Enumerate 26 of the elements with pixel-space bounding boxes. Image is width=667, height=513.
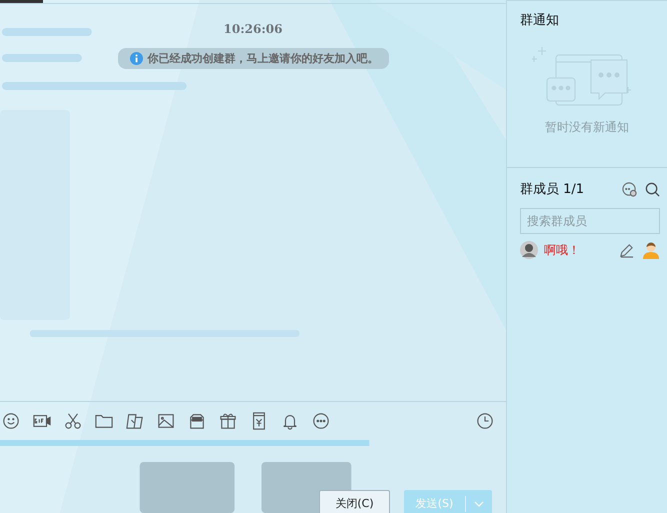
pencil-icon[interactable] [619, 242, 634, 258]
chat-settings-icon[interactable] [622, 182, 637, 196]
bell-icon[interactable] [281, 412, 299, 430]
member-search-field[interactable]: 搜索群成员 [520, 208, 660, 234]
owner-icon [642, 241, 660, 259]
member-name[interactable]: 啊哦！ [544, 242, 619, 258]
search-icon[interactable] [645, 182, 660, 196]
members-title: 群成员 1/1 [520, 181, 586, 198]
clock-icon[interactable] [476, 412, 494, 430]
empty-notice-text: 暂时没有新通知 [545, 119, 629, 136]
close-button[interactable]: 关闭(C) [319, 490, 390, 513]
avatar[interactable] [520, 241, 538, 259]
more-icon[interactable] [312, 412, 330, 430]
section-title: 群通知 [520, 12, 559, 29]
tab-indicator [0, 0, 43, 3]
gif-icon[interactable] [33, 412, 51, 430]
image-icon[interactable] [157, 412, 175, 430]
scissors-icon[interactable] [64, 412, 82, 430]
message-timestamp: 10:26:06 [224, 22, 282, 36]
notice-text: 你已经成功创建群，马上邀请你的好友加入吧。 [148, 51, 378, 66]
yen-note-icon[interactable] [250, 412, 268, 430]
smiley-icon[interactable] [2, 412, 20, 430]
info-icon [130, 52, 142, 65]
folder-icon[interactable] [95, 412, 113, 430]
gift-icon[interactable] [219, 412, 237, 430]
bag-icon[interactable] [188, 412, 206, 430]
